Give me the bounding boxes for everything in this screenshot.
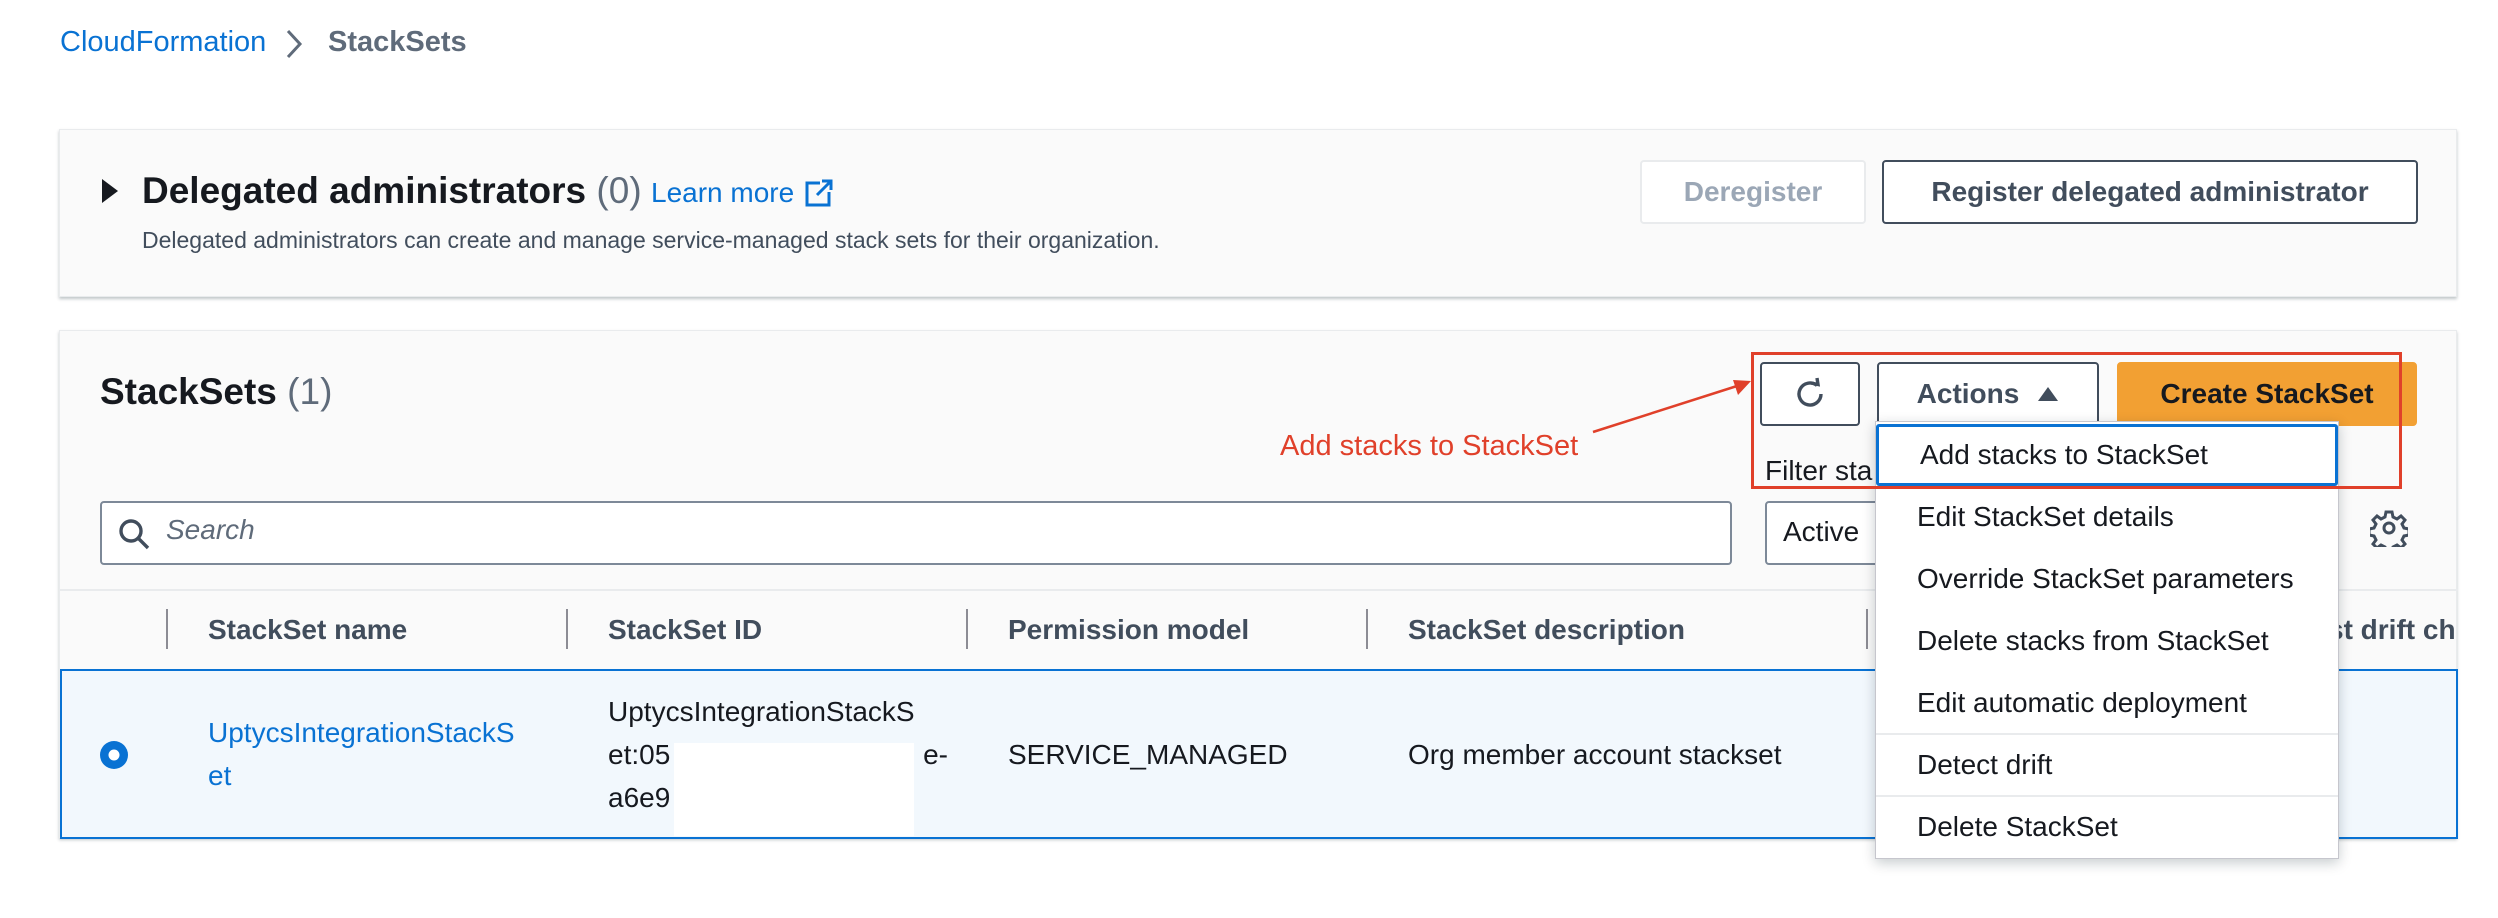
annotation-label: Add stacks to StackSet (1280, 430, 1579, 462)
column-header-stackset-id[interactable]: StackSet ID (608, 614, 762, 646)
column-header-stackset-name[interactable]: StackSet name (208, 614, 407, 646)
annotation-arrow (1592, 380, 1751, 434)
permission-model-cell: SERVICE_MANAGED (1008, 739, 1288, 770)
gear-icon[interactable] (2370, 509, 2408, 547)
menu-item-edit-automatic-deployment[interactable]: Edit automatic deployment (1876, 672, 2338, 734)
search-icon (119, 519, 150, 550)
delegated-administrators-description: Delegated administrators can create and … (142, 227, 1160, 253)
column-separator (166, 609, 168, 649)
column-header-stackset-description[interactable]: StackSet description (1408, 614, 1685, 646)
search-input[interactable]: Search (100, 501, 1732, 565)
menu-item-edit-details[interactable]: Edit StackSet details (1876, 486, 2338, 548)
learn-more-link[interactable]: Learn more (651, 177, 835, 209)
column-separator (566, 609, 568, 649)
learn-more-label[interactable]: Learn more (651, 177, 794, 209)
stackset-name-link[interactable]: UptycsIntegrationStackS et (208, 711, 515, 797)
status-filter-value: Active (1783, 516, 1860, 547)
breadcrumb-cloudformation-link[interactable]: CloudFormation (60, 26, 266, 59)
row-radio-selected[interactable] (98, 739, 130, 771)
annotation-highlight-box (1751, 352, 2402, 489)
stacksets-heading: StackSets (1) (100, 371, 333, 412)
menu-item-override-parameters[interactable]: Override StackSet parameters (1876, 548, 2338, 610)
register-delegated-administrator-button[interactable]: Register delegated administrator (1882, 160, 2418, 224)
delegated-administrators-panel: Delegated administrators (0) Learn more … (59, 129, 2457, 297)
menu-item-detect-drift[interactable]: Detect drift (1876, 734, 2338, 796)
column-separator (1366, 609, 1368, 649)
chevron-right-icon (286, 29, 303, 59)
column-header-permission-model[interactable]: Permission model (1008, 614, 1249, 646)
column-header-last-drift-check[interactable]: st drift ch (2328, 614, 2456, 646)
external-link-icon (805, 178, 835, 207)
column-separator (1866, 609, 1868, 649)
breadcrumb-current: StackSets (328, 26, 467, 58)
delegated-administrators-heading: Delegated administrators (0) (142, 170, 642, 211)
column-separator (966, 609, 968, 649)
menu-item-delete-stackset[interactable]: Delete StackSet (1876, 796, 2338, 858)
search-placeholder: Search (166, 514, 255, 545)
caret-right-icon[interactable] (100, 178, 120, 204)
redaction-block (674, 743, 914, 836)
stackset-description-cell: Org member account stackset (1408, 739, 1782, 770)
menu-item-delete-stacks[interactable]: Delete stacks from StackSet (1876, 610, 2338, 672)
deregister-button[interactable]: Deregister (1640, 160, 1866, 224)
